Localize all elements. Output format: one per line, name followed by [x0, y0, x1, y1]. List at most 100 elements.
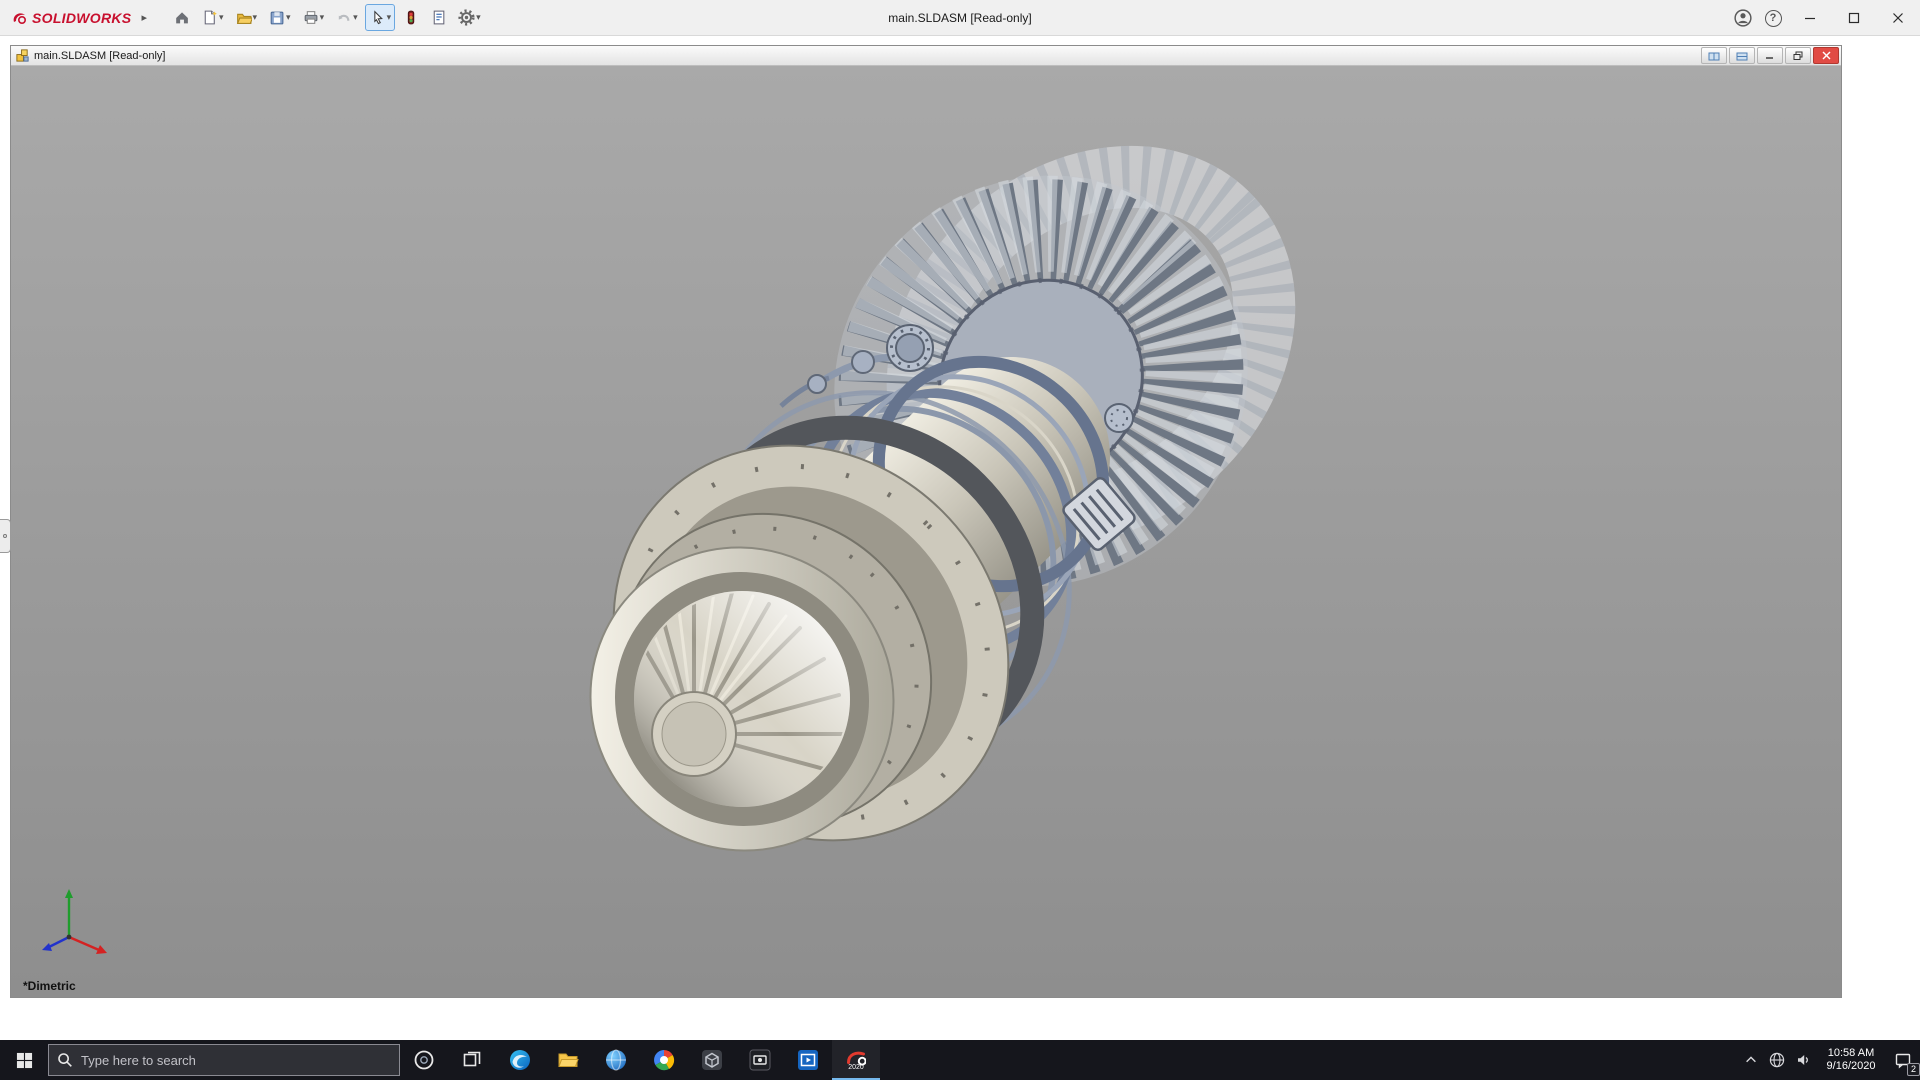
start-button[interactable] — [0, 1040, 48, 1080]
titlebar-right-controls: ? — [1728, 0, 1920, 36]
quick-access-toolbar: ▾ ▾ ▾ ▾ — [169, 4, 485, 31]
volume-button[interactable] — [1790, 1040, 1816, 1080]
taskbar-icon-cortana[interactable] — [400, 1040, 448, 1080]
viewport-pane-button-1[interactable] — [1701, 47, 1727, 64]
solidworks-tile: 2020 — [846, 1049, 866, 1071]
notification-badge: 2 — [1907, 1063, 1920, 1076]
edge-browser-icon — [508, 1048, 532, 1072]
file-explorer-icon — [556, 1048, 580, 1072]
document-window-controls — [1701, 47, 1839, 64]
feature-panel-collapsed-tab[interactable] — [0, 519, 11, 553]
doc-close-button[interactable] — [1813, 47, 1839, 64]
help-button[interactable]: ? — [1758, 0, 1788, 36]
print-icon — [302, 9, 319, 26]
taskbar-icon-solidworks[interactable]: 2020 — [832, 1040, 880, 1080]
dropdown-arrow-icon[interactable]: ▾ — [320, 12, 325, 23]
doc-restore-button[interactable] — [1785, 47, 1811, 64]
graphics-viewport[interactable]: *Dimetric — [11, 66, 1841, 997]
toolbar-expand-arrow-icon[interactable]: ▸ — [141, 11, 147, 24]
network-button[interactable] — [1764, 1040, 1790, 1080]
dropdown-arrow-icon[interactable]: ▾ — [353, 12, 358, 23]
rebuild-button[interactable] — [398, 4, 423, 31]
maximize-button[interactable] — [1832, 0, 1876, 36]
taskbar-clock[interactable]: 10:58 AM 9/16/2020 — [1816, 1040, 1886, 1080]
open-button[interactable]: ▾ — [231, 4, 262, 31]
taskbar-icon-browser[interactable] — [592, 1040, 640, 1080]
app-titlebar: SOLIDWORKS ▸ ▾ ▾ — [0, 0, 1920, 36]
blue-globe-app-icon — [604, 1048, 628, 1072]
taskbar-icon-edge[interactable] — [496, 1040, 544, 1080]
network-globe-icon — [1769, 1052, 1785, 1068]
clock-date: 9/16/2020 — [1827, 1060, 1876, 1073]
new-document-button[interactable]: ▾ — [197, 4, 228, 31]
home-icon — [173, 9, 190, 26]
undo-button[interactable]: ▾ — [331, 4, 362, 31]
save-button[interactable]: ▾ — [264, 4, 295, 31]
chevron-up-icon — [1744, 1053, 1758, 1067]
colorful-ball-app-icon — [652, 1048, 676, 1072]
dropdown-arrow-icon[interactable]: ▾ — [387, 12, 392, 23]
brand: SOLIDWORKS — [0, 9, 131, 27]
capture-app-icon — [748, 1048, 772, 1072]
stoplight-icon — [402, 9, 419, 26]
select-button[interactable]: ▾ — [365, 4, 396, 31]
clock-time: 10:58 AM — [1828, 1047, 1874, 1060]
action-center-button[interactable]: 2 — [1886, 1040, 1920, 1080]
taskbar: 2020 10:58 AM 9/16/2020 — [0, 1040, 1920, 1080]
account-button[interactable] — [1728, 0, 1758, 36]
close-icon — [1892, 12, 1904, 24]
undo-icon — [335, 9, 352, 26]
minimize-icon — [1804, 12, 1816, 24]
minimize-icon — [1765, 51, 1775, 60]
print-button[interactable]: ▾ — [298, 4, 329, 31]
minimize-button[interactable] — [1788, 0, 1832, 36]
cortana-icon — [413, 1049, 435, 1071]
taskbar-icon-colorful-app[interactable] — [640, 1040, 688, 1080]
dropdown-arrow-icon[interactable]: ▾ — [476, 12, 481, 23]
dropdown-arrow-icon[interactable]: ▾ — [253, 12, 258, 23]
document-window: main.SLDASM [Read-only] — [10, 45, 1842, 998]
hidden-icons-button[interactable] — [1738, 1040, 1764, 1080]
split-pane-icon — [1708, 51, 1720, 61]
panel-tab-dot-icon — [3, 534, 7, 538]
dropdown-arrow-icon[interactable]: ▾ — [219, 12, 224, 23]
doc-minimize-button[interactable] — [1757, 47, 1783, 64]
viewport-pane-button-2[interactable] — [1729, 47, 1755, 64]
maximize-icon — [1848, 12, 1860, 24]
taskbar-icon-file-explorer[interactable] — [544, 1040, 592, 1080]
windows-logo-icon — [16, 1052, 33, 1069]
options-button[interactable]: ▾ — [454, 4, 485, 31]
volume-icon — [1795, 1052, 1811, 1068]
triad-x-axis — [69, 937, 107, 954]
window-title: main.SLDASM [Read-only] — [888, 0, 1031, 36]
dassault-logo-icon — [10, 9, 28, 27]
search-icon — [57, 1052, 73, 1068]
view-orientation-label: *Dimetric — [23, 979, 76, 993]
new-document-icon — [201, 9, 218, 26]
triad-z-axis — [42, 937, 69, 951]
taskbar-icon-capture-app[interactable] — [736, 1040, 784, 1080]
close-button[interactable] — [1876, 0, 1920, 36]
document-title: main.SLDASM [Read-only] — [34, 50, 165, 62]
taskbar-icon-media-app[interactable] — [784, 1040, 832, 1080]
search-input[interactable] — [81, 1053, 391, 1068]
jet-engine-3d-model[interactable] — [11, 66, 1841, 997]
select-cursor-icon — [369, 9, 386, 26]
gear-icon — [458, 9, 475, 26]
document-titlebar[interactable]: main.SLDASM [Read-only] — [11, 46, 1841, 66]
user-account-icon — [1734, 9, 1752, 27]
file-properties-icon — [430, 9, 447, 26]
solidworks-year-label: 2020 — [848, 1064, 864, 1071]
taskbar-icon-task-view[interactable] — [448, 1040, 496, 1080]
dropdown-arrow-icon[interactable]: ▾ — [286, 12, 291, 23]
coordinate-triad — [27, 879, 117, 969]
file-properties-button[interactable] — [426, 4, 451, 31]
taskbar-icon-cad-cube-app[interactable] — [688, 1040, 736, 1080]
taskbar-search[interactable] — [48, 1044, 400, 1076]
restore-icon — [1793, 51, 1804, 61]
brand-text: SOLIDWORKS — [32, 10, 131, 26]
assembly-document-icon — [15, 48, 30, 63]
close-icon — [1822, 51, 1831, 60]
triad-y-axis — [65, 889, 73, 937]
home-button[interactable] — [169, 4, 194, 31]
